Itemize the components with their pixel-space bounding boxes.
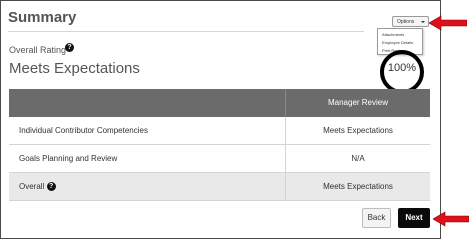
back-button[interactable]: Back bbox=[362, 208, 391, 228]
overall-rating-label: Overall Rating bbox=[9, 45, 67, 55]
chevron-down-icon bbox=[421, 21, 425, 23]
help-icon[interactable]: ? bbox=[46, 182, 56, 192]
table-row: Goals Planning and Review N/A bbox=[9, 145, 430, 173]
summary-panel: Summary Options Attachments Employee Det… bbox=[0, 0, 441, 239]
menu-item-employee-details[interactable]: Employee Details bbox=[382, 40, 413, 45]
row-label: Individual Contributor Competencies bbox=[19, 126, 148, 135]
menu-item-attachments[interactable]: Attachments bbox=[382, 32, 404, 37]
row-value: Meets Expectations bbox=[323, 182, 393, 191]
table-header: Manager Review bbox=[9, 89, 430, 117]
help-icon[interactable]: ? bbox=[65, 43, 74, 52]
table-row: Individual Contributor Competencies Meet… bbox=[9, 117, 430, 145]
table-row-overall: Overall ? Meets Expectations bbox=[9, 173, 430, 201]
row-label-wrap: Overall ? bbox=[19, 173, 56, 200]
next-button[interactable]: Next bbox=[398, 208, 430, 228]
column-header-manager-review: Manager Review bbox=[327, 98, 389, 107]
row-label: Goals Planning and Review bbox=[19, 154, 118, 163]
page-title: Summary bbox=[8, 9, 77, 26]
row-value: N/A bbox=[351, 154, 365, 163]
rating-percent: 100% bbox=[387, 62, 417, 74]
options-dropdown-button[interactable]: Options bbox=[392, 16, 429, 27]
annotation-arrow-icon bbox=[433, 211, 469, 227]
overall-rating-value: Meets Expectations bbox=[9, 60, 140, 77]
title-divider bbox=[8, 31, 364, 32]
review-table: Manager Review Individual Contributor Co… bbox=[9, 89, 430, 201]
row-label: Overall bbox=[19, 182, 45, 191]
options-label: Options bbox=[397, 19, 415, 25]
annotation-arrow-icon bbox=[429, 15, 467, 31]
row-value: Meets Expectations bbox=[323, 126, 393, 135]
